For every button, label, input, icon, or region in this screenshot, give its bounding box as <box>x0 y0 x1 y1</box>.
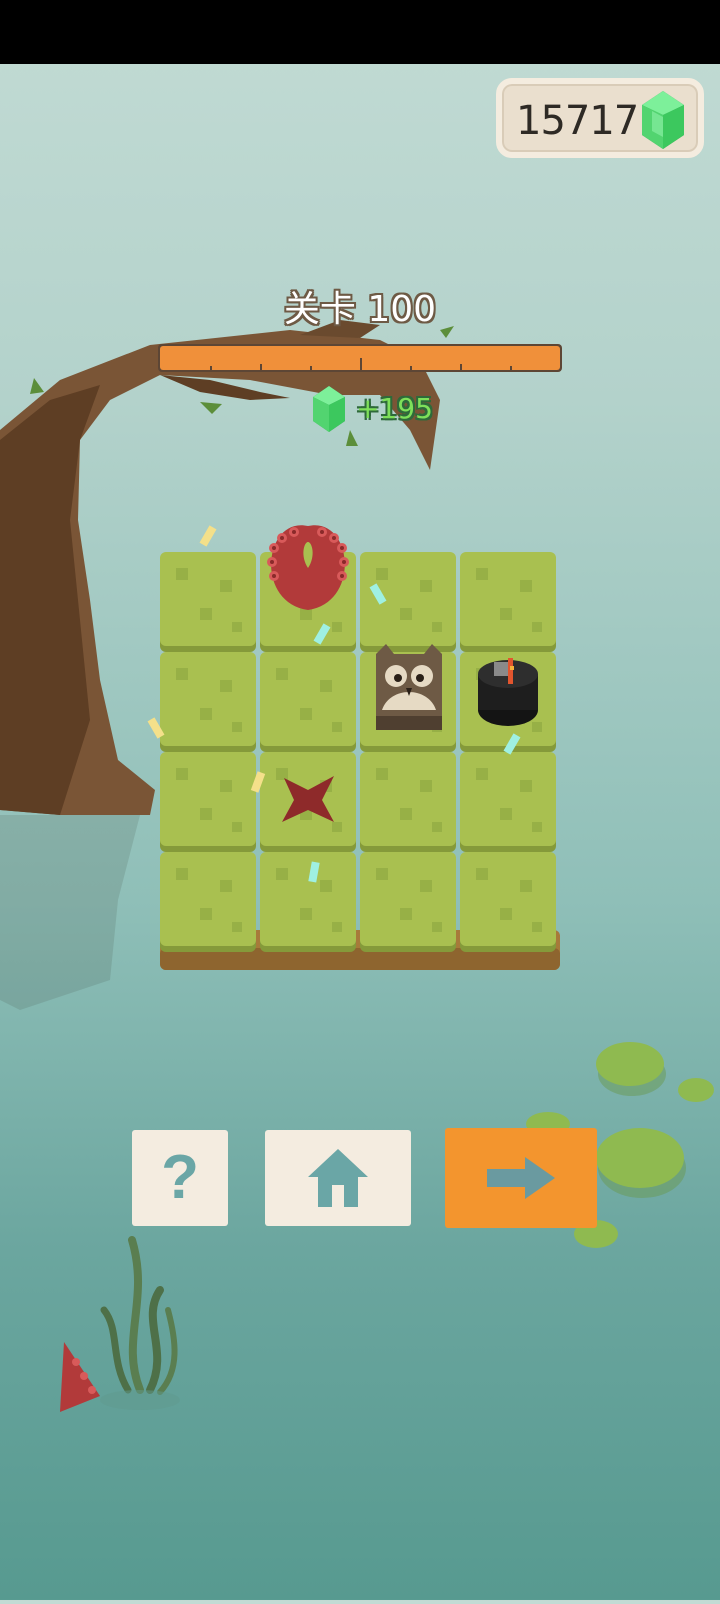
confetti-piece <box>199 525 217 547</box>
board-tile[interactable] <box>360 752 456 852</box>
progress-fill <box>160 346 560 370</box>
arrow-right-icon <box>487 1157 555 1199</box>
help-button[interactable]: ? <box>132 1130 228 1226</box>
board-tile[interactable] <box>360 552 456 652</box>
status-bar <box>0 0 720 64</box>
progress-tick <box>510 366 512 370</box>
board-tile[interactable] <box>160 752 256 852</box>
progress-tick <box>460 364 462 370</box>
next-level-button[interactable] <box>445 1128 597 1228</box>
black-bomb-pot[interactable] <box>478 658 538 726</box>
gem-counter: 15717 <box>496 78 704 158</box>
home-icon <box>308 1149 368 1207</box>
green-gem-icon <box>642 91 684 149</box>
board-tile[interactable] <box>160 852 256 952</box>
owl-block-player[interactable] <box>376 644 442 730</box>
progress-tick <box>360 358 362 370</box>
game-scene <box>0 0 720 1600</box>
green-gem-icon <box>313 386 345 432</box>
board-tile[interactable] <box>460 552 556 652</box>
board-tile[interactable] <box>460 852 556 952</box>
progress-tick <box>210 366 212 370</box>
question-icon: ? <box>161 1143 199 1212</box>
board-tile[interactable] <box>160 552 256 652</box>
board-tile[interactable] <box>260 652 356 752</box>
progress-tick <box>260 364 262 370</box>
gem-count: 15717 <box>516 98 639 144</box>
home-button[interactable] <box>265 1130 411 1226</box>
board-grid <box>147 525 556 952</box>
board-tile[interactable] <box>160 652 256 752</box>
reward-amount: +195 <box>356 392 433 425</box>
board-tile[interactable] <box>260 852 356 952</box>
board-tile[interactable] <box>460 752 556 852</box>
level-progress-bar <box>158 344 562 372</box>
level-title: 关卡 100 <box>283 289 437 330</box>
progress-tick <box>310 366 312 370</box>
progress-tick <box>410 366 412 370</box>
board-tile[interactable] <box>360 852 456 952</box>
